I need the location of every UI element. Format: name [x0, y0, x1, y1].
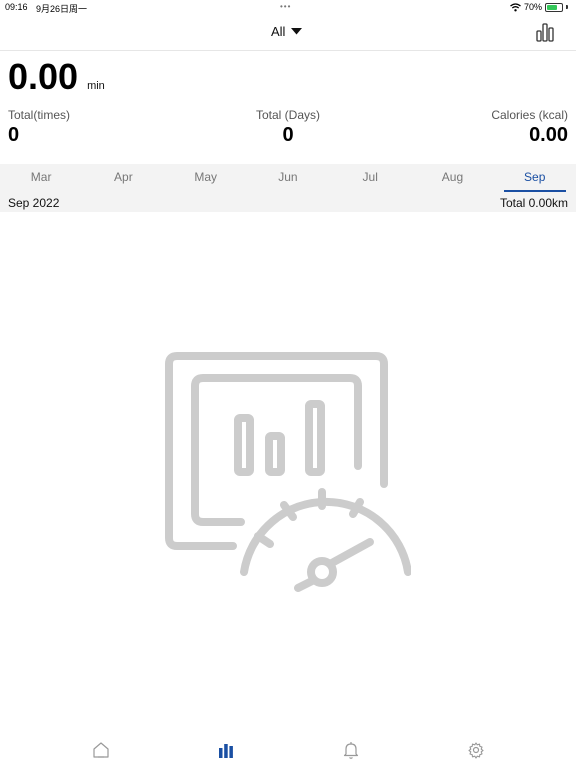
duration-summary: 0.00 min [8, 56, 105, 98]
bottom-tab-bar [0, 730, 576, 768]
battery-cap [566, 5, 568, 9]
month-tab-apr[interactable]: Apr [82, 164, 164, 192]
month-tab-sep[interactable]: Sep [494, 164, 576, 192]
home-icon[interactable] [91, 740, 111, 760]
stat-total-days: Total (Days) 0 [220, 108, 356, 147]
wifi-icon [510, 2, 521, 11]
stat-value: 0 [8, 124, 20, 146]
month-tab-jun[interactable]: Jun [247, 164, 329, 192]
month-period: Sep 2022 [8, 196, 60, 210]
stat-total-times: Total(times) 0 [8, 108, 70, 147]
filter-label: All [271, 24, 286, 39]
gear-icon[interactable] [466, 740, 486, 760]
bar-chart-icon[interactable] [216, 740, 236, 760]
battery-fill [547, 4, 557, 10]
header: All [0, 14, 576, 51]
duration-value: 0.00 [8, 56, 79, 97]
caret-down-icon [291, 28, 303, 35]
month-info: Sep 2022 Total 0.00km [0, 192, 576, 212]
battery-percent: 70% [523, 2, 542, 12]
stat-label: Total(times) [8, 108, 71, 122]
month-tab-jul[interactable]: Jul [329, 164, 411, 192]
stat-label: Total (Days) [255, 108, 320, 122]
month-tabs: Mar Apr May Jun Jul Aug Sep [0, 164, 576, 192]
bell-icon[interactable] [341, 740, 361, 760]
status-time: 09:16 [5, 2, 28, 12]
month-tab-aug[interactable]: Aug [411, 164, 493, 192]
status-bar: 09:16 9月26日周一 ••• 70% [0, 0, 576, 14]
empty-state-dashboard-icon [165, 352, 411, 592]
multitasking-dots-icon[interactable]: ••• [280, 2, 291, 11]
month-tab-mar[interactable]: Mar [0, 164, 82, 192]
stat-value: 0 [282, 124, 294, 146]
duration-unit: min [87, 80, 105, 92]
status-right: 70% [510, 2, 568, 12]
month-selector: Mar Apr May Jun Jul Aug Sep Sep 2022 Tot… [0, 164, 576, 212]
month-tab-may[interactable]: May [165, 164, 247, 192]
battery-icon [545, 2, 563, 12]
filter-dropdown[interactable]: All [271, 24, 303, 39]
stat-label: Calories (kcal) [491, 108, 568, 122]
stat-calories: Calories (kcal) 0.00 [491, 108, 568, 147]
month-total-distance: Total 0.00km [499, 196, 568, 210]
stat-value: 0.00 [529, 124, 568, 146]
bar-chart-toggle-icon[interactable] [536, 22, 554, 42]
